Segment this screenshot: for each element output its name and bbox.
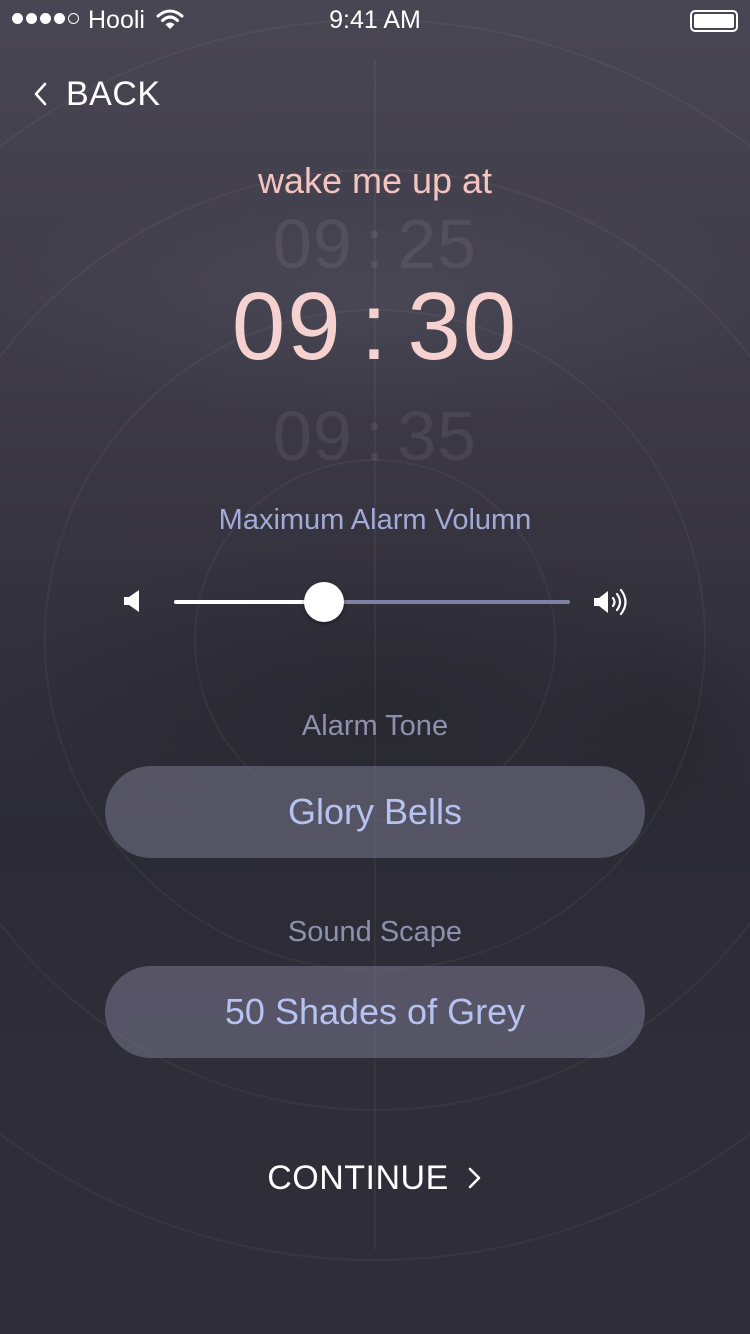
selected-minute: 30	[407, 273, 519, 380]
sound-scape-value: 50 Shades of Grey	[224, 991, 526, 1032]
prev-minute: 25	[397, 208, 478, 268]
back-label: BACK	[66, 74, 161, 113]
slider-fill	[174, 600, 325, 604]
prev-separator: :	[364, 208, 386, 268]
chevron-right-icon	[468, 1167, 481, 1189]
status-bar: Hooli 9:41 AM	[0, 0, 750, 40]
time-picker-selected[interactable]: 09:30	[0, 272, 750, 382]
prev-hour: 09	[272, 208, 353, 268]
sound-scape-button[interactable]: 50 Shades of Grey	[105, 966, 645, 1058]
status-time: 9:41 AM	[329, 6, 421, 34]
sound-scape-label: Sound Scape	[287, 916, 463, 948]
chevron-left-icon	[34, 82, 47, 106]
next-separator: :	[364, 397, 386, 475]
slider-thumb[interactable]	[304, 582, 345, 622]
alarm-tone-value: Glory Bells	[287, 791, 463, 832]
battery-icon	[690, 10, 738, 32]
alarm-tone-label: Alarm Tone	[301, 710, 449, 742]
continue-button[interactable]: CONTINUE	[0, 1156, 750, 1200]
speaker-high-icon	[594, 588, 627, 616]
alarm-tone-button[interactable]: Glory Bells	[105, 766, 645, 858]
alarm-heading: wake me up at	[257, 160, 493, 201]
volume-label: Maximum Alarm Volumn	[218, 504, 532, 536]
volume-slider[interactable]	[174, 582, 570, 622]
selected-separator: :	[360, 273, 390, 380]
speaker-low-icon	[124, 590, 139, 612]
time-option-previous[interactable]: 09:25	[0, 208, 750, 268]
back-button[interactable]: BACK	[30, 72, 161, 116]
selected-hour: 09	[231, 273, 343, 380]
continue-label: CONTINUE	[267, 1158, 449, 1197]
time-option-next[interactable]: 09:35	[0, 396, 750, 476]
next-hour: 09	[272, 397, 353, 475]
next-minute: 35	[397, 397, 478, 475]
